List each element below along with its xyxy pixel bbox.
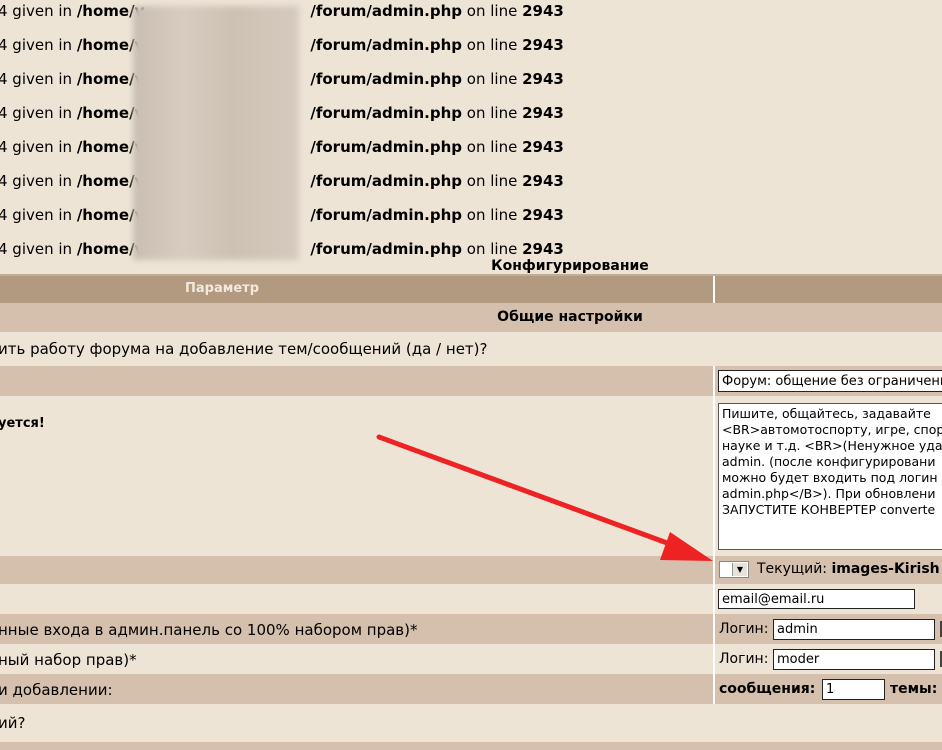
table-row: ный набор прав)* Логин: bbox=[0, 644, 942, 674]
error-on-line: on line bbox=[462, 206, 523, 224]
error-on-line: on line bbox=[462, 172, 523, 190]
error-prefix: 4 given in bbox=[0, 104, 77, 122]
error-line: 2943 bbox=[522, 36, 564, 54]
error-path-b: /forum/admin.php bbox=[310, 104, 463, 122]
error-prefix: 4 given in bbox=[0, 172, 77, 190]
error-line: 2943 bbox=[522, 206, 564, 224]
moder-login-label: Логин: bbox=[719, 651, 769, 667]
error-on-line: on line bbox=[462, 36, 523, 54]
error-path-b: /forum/admin.php bbox=[310, 70, 463, 88]
error-line: 2943 bbox=[522, 2, 564, 20]
skin-current-label: Текущий: bbox=[757, 561, 832, 577]
email-field[interactable] bbox=[718, 589, 915, 609]
error-path-b: /forum/admin.php bbox=[310, 172, 463, 190]
error-prefix: 4 given in bbox=[0, 70, 77, 88]
error-path-b: /forum/admin.php bbox=[310, 36, 463, 54]
error-line: 2943 bbox=[522, 138, 564, 156]
row-label-stop-forum: ить работу форума на добавление тем/сооб… bbox=[0, 340, 488, 358]
table-row bbox=[0, 742, 942, 750]
warning-text: уется! bbox=[0, 416, 45, 431]
error-on-line: on line bbox=[462, 2, 523, 20]
error-prefix: 4 given in bbox=[0, 206, 77, 224]
error-on-line: on line bbox=[462, 138, 523, 156]
section-title: Общие настройки bbox=[497, 309, 643, 325]
error-prefix: 4 given in bbox=[0, 36, 77, 54]
error-prefix: 4 given in bbox=[0, 138, 77, 156]
section-header: Общие настройки bbox=[0, 303, 942, 332]
row-label-on-add: и добавлении: bbox=[0, 681, 113, 699]
error-path-b: /forum/admin.php bbox=[310, 138, 463, 156]
column-header-param: Параметр bbox=[184, 281, 259, 296]
error-on-line: on line bbox=[462, 70, 523, 88]
blurred-path-redaction bbox=[133, 6, 299, 260]
table-row: ▼ Текущий: images-Kirish bbox=[0, 556, 942, 584]
table-row: и добавлении: сообщения: темы: bbox=[0, 674, 942, 704]
row-label-admin-login: нные входа в админ.панель со 100% наборо… bbox=[0, 621, 418, 639]
error-path-b: /forum/admin.php bbox=[310, 2, 463, 20]
error-path-b: /forum/admin.php bbox=[310, 206, 463, 224]
moder-login-input[interactable] bbox=[773, 649, 935, 670]
table-row: ить работу форума на добавление тем/сооб… bbox=[0, 332, 942, 366]
topics-label: темы: bbox=[890, 681, 938, 697]
chevron-down-icon: ▼ bbox=[732, 563, 747, 576]
error-line: 2943 bbox=[522, 70, 564, 88]
row-label-moder-login: ный набор прав)* bbox=[0, 651, 137, 669]
error-line: 2943 bbox=[522, 172, 564, 190]
messages-label: сообщения: bbox=[719, 681, 816, 697]
skin-current-value: images-Kirish bbox=[831, 561, 940, 577]
admin-login-input[interactable] bbox=[773, 619, 935, 640]
forum-title-input[interactable] bbox=[718, 370, 942, 392]
error-line: 2943 bbox=[522, 104, 564, 122]
table-row: ий? bbox=[0, 704, 942, 742]
table-row bbox=[0, 366, 942, 396]
messages-count-input[interactable] bbox=[822, 679, 885, 700]
table-row bbox=[0, 584, 942, 614]
table-row: нные входа в админ.панель со 100% наборо… bbox=[0, 614, 942, 644]
skin-select[interactable]: ▼ bbox=[719, 561, 749, 578]
error-on-line: on line bbox=[462, 104, 523, 122]
page-title: Конфигурирование bbox=[491, 258, 649, 274]
forum-description-textarea[interactable]: Пишите, общайтесь, задавайте <BR>автомот… bbox=[718, 403, 942, 550]
admin-login-label: Логин: bbox=[719, 621, 769, 637]
error-prefix: 4 given in bbox=[0, 2, 77, 20]
row-label-last: ий? bbox=[0, 714, 26, 732]
table-header: Параметр bbox=[0, 276, 942, 303]
